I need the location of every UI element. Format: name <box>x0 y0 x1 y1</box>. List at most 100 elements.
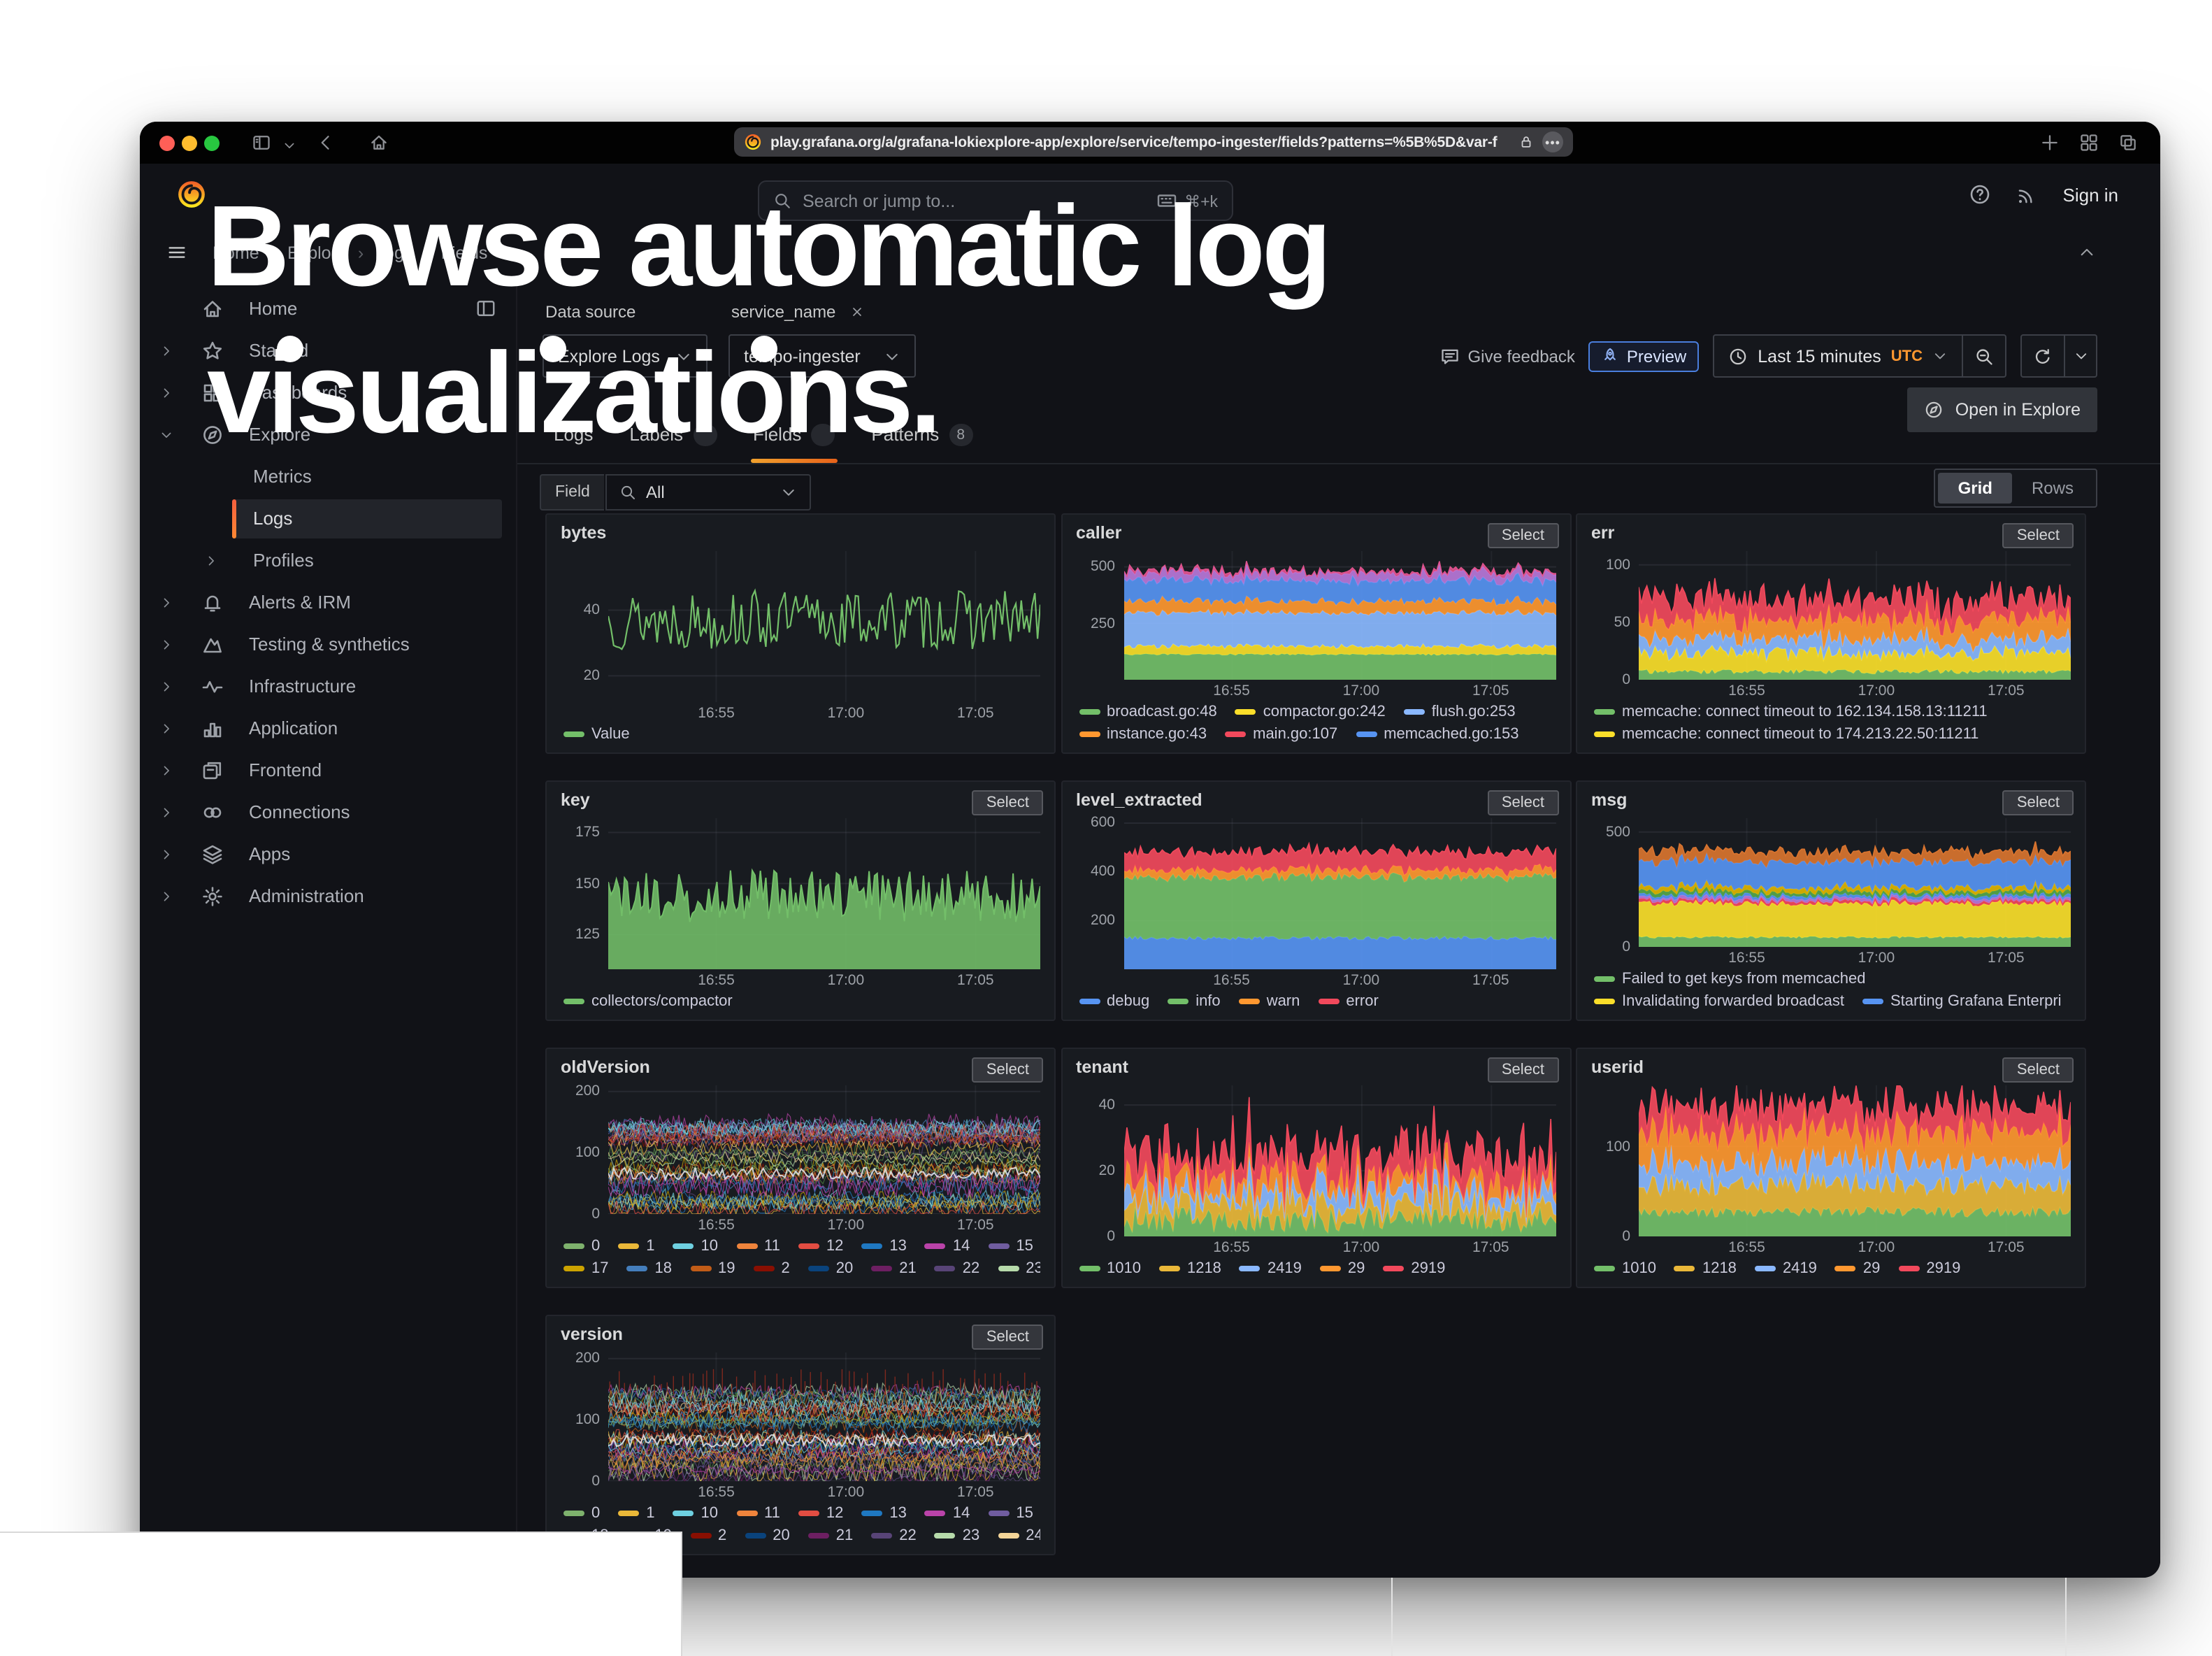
sidebar-item-testing-synthetics[interactable]: Testing & synthetics <box>140 624 516 666</box>
legend-item[interactable]: 20 <box>745 1527 790 1544</box>
sidebar-item-application[interactable]: Application <box>140 708 516 750</box>
legend-item[interactable]: debug <box>1079 993 1149 1010</box>
news-rss-icon[interactable] <box>2017 184 2038 205</box>
chevron-right-icon[interactable] <box>159 638 173 652</box>
open-in-explore-button[interactable]: Open in Explore <box>1908 387 2097 432</box>
panel-chart[interactable]: 050100 <box>1639 551 2071 680</box>
close-window-button[interactable] <box>159 136 175 151</box>
field-filter-select[interactable]: All <box>605 474 811 511</box>
chevron-right-icon[interactable] <box>159 890 173 904</box>
panel-chart[interactable]: 125150175 <box>608 818 1040 969</box>
panel-chart[interactable]: 200400600 <box>1123 818 1556 969</box>
breadcrumb-item-home[interactable]: Home <box>213 243 259 263</box>
data-source-select[interactable]: Explore Logs <box>543 334 708 378</box>
sidebar-toggle-icon[interactable] <box>252 133 271 152</box>
legend-item[interactable]: 1010 <box>1079 1260 1141 1277</box>
legend-item[interactable]: Starting Grafana Enterpri <box>1862 993 2062 1010</box>
tab-overview-icon[interactable] <box>2079 133 2099 152</box>
chevron-right-icon[interactable] <box>159 722 173 736</box>
sidebar-item-dashboards[interactable]: Dashboards <box>140 372 516 414</box>
sign-in-button[interactable]: Sign in <box>2063 184 2119 205</box>
legend-item[interactable]: 11 <box>736 1505 780 1522</box>
back-icon[interactable] <box>316 133 336 152</box>
minimize-window-button[interactable] <box>182 136 197 151</box>
grafana-logo[interactable] <box>176 179 207 210</box>
panel-chart[interactable]: 0500 <box>1639 818 2071 947</box>
legend-item[interactable]: 1218 <box>1674 1260 1737 1277</box>
legend-item[interactable]: main.go:107 <box>1225 726 1337 743</box>
chevron-right-icon[interactable] <box>159 680 173 694</box>
sidebar-item-apps[interactable]: Apps <box>140 834 516 876</box>
legend-item[interactable]: 10 <box>673 1505 719 1522</box>
legend-item[interactable]: 22 <box>935 1260 980 1277</box>
legend-item[interactable]: 2919 <box>1898 1260 1960 1277</box>
legend-item[interactable]: 29 <box>1835 1260 1881 1277</box>
time-range-picker[interactable]: Last 15 minutes UTC <box>1714 336 1962 376</box>
legend-item[interactable]: error <box>1318 993 1378 1010</box>
breadcrumb-item-logs[interactable]: Logs <box>375 243 412 263</box>
legend-item[interactable]: 2419 <box>1240 1260 1302 1277</box>
breadcrumb-item-explore[interactable]: Explore <box>287 243 347 263</box>
legend-item[interactable]: compactor.go:242 <box>1235 704 1386 720</box>
chevron-right-icon[interactable] <box>159 344 173 358</box>
legend-item[interactable]: 24 <box>998 1527 1040 1544</box>
legend-item[interactable]: 0 <box>563 1505 600 1522</box>
select-button[interactable]: Select <box>2003 523 2074 548</box>
select-button[interactable]: Select <box>1488 790 1558 815</box>
chevron-right-icon[interactable] <box>159 848 173 862</box>
legend-item[interactable]: 23 <box>935 1527 980 1544</box>
legend-item[interactable]: 18 <box>627 1260 673 1277</box>
maximize-window-button[interactable] <box>204 136 220 151</box>
chevron-right-icon[interactable] <box>204 554 218 568</box>
new-tab-icon[interactable] <box>2040 133 2060 152</box>
tab-logs[interactable]: Logs <box>554 415 593 459</box>
legend-item[interactable]: 29 <box>1320 1260 1365 1277</box>
panel-chart[interactable]: 0100200 <box>608 1352 1040 1481</box>
legend-item[interactable]: 1 <box>618 1505 654 1522</box>
menu-icon[interactable] <box>166 242 187 263</box>
legend-item[interactable]: 15 <box>988 1238 1033 1255</box>
sidebar-item-home[interactable]: Home <box>140 288 516 330</box>
select-button[interactable]: Select <box>1488 523 1558 548</box>
panel-chart[interactable]: 02040 <box>1123 1085 1556 1236</box>
dock-menu-icon[interactable] <box>475 298 496 319</box>
address-bar[interactable]: play.grafana.org/a/grafana-lokiexplore-a… <box>734 127 1573 157</box>
legend-item[interactable]: info <box>1168 993 1221 1010</box>
chevron-right-icon[interactable] <box>159 596 173 610</box>
search-input[interactable]: Search or jump to... ⌘+k <box>758 180 1233 221</box>
legend-item[interactable]: 13 <box>861 1238 907 1255</box>
legend-item[interactable]: 20 <box>808 1260 854 1277</box>
select-button[interactable]: Select <box>972 790 1043 815</box>
sidebar-item-alerts-irm[interactable]: Alerts & IRM <box>140 582 516 624</box>
legend-item[interactable]: collectors/compactor <box>563 993 733 1010</box>
legend-item[interactable]: 1010 <box>1594 1260 1656 1277</box>
chevron-down-icon[interactable] <box>159 428 173 442</box>
chevron-right-icon[interactable] <box>159 386 173 400</box>
home-icon[interactable] <box>369 133 389 152</box>
legend-item[interactable]: 23 <box>998 1260 1040 1277</box>
legend-item[interactable]: broadcast.go:48 <box>1079 704 1217 720</box>
copy-tabs-icon[interactable] <box>2118 133 2138 152</box>
legend-item[interactable]: 22 <box>871 1527 917 1544</box>
legend-item[interactable]: 2919 <box>1383 1260 1445 1277</box>
sidebar-item-connections[interactable]: Connections <box>140 792 516 834</box>
tab-labels[interactable]: Labels <box>629 415 717 459</box>
collapse-chevron-icon[interactable] <box>2078 243 2096 262</box>
panel-chart[interactable]: 2040 <box>608 551 1040 702</box>
legend-item[interactable]: 13 <box>861 1505 907 1522</box>
panel-chart[interactable]: 0100200 <box>608 1085 1040 1214</box>
legend-item[interactable]: memcached.go:153 <box>1356 726 1518 743</box>
sidebar-item-infrastructure[interactable]: Infrastructure <box>140 666 516 708</box>
close-icon[interactable] <box>850 305 864 319</box>
panel-chart[interactable]: 250500 <box>1123 551 1556 680</box>
preview-badge[interactable]: Preview <box>1589 341 1699 371</box>
legend-item[interactable]: 12 <box>798 1505 844 1522</box>
chevron-right-icon[interactable] <box>159 764 173 778</box>
tab-fields[interactable]: Fields <box>753 415 835 459</box>
legend-item[interactable]: 14 <box>925 1505 970 1522</box>
legend-item[interactable]: instance.go:43 <box>1079 726 1207 743</box>
select-button[interactable]: Select <box>972 1325 1043 1350</box>
chevron-right-icon[interactable] <box>159 806 173 820</box>
legend-item[interactable]: 10 <box>673 1238 719 1255</box>
legend-item[interactable]: 19 <box>690 1260 735 1277</box>
